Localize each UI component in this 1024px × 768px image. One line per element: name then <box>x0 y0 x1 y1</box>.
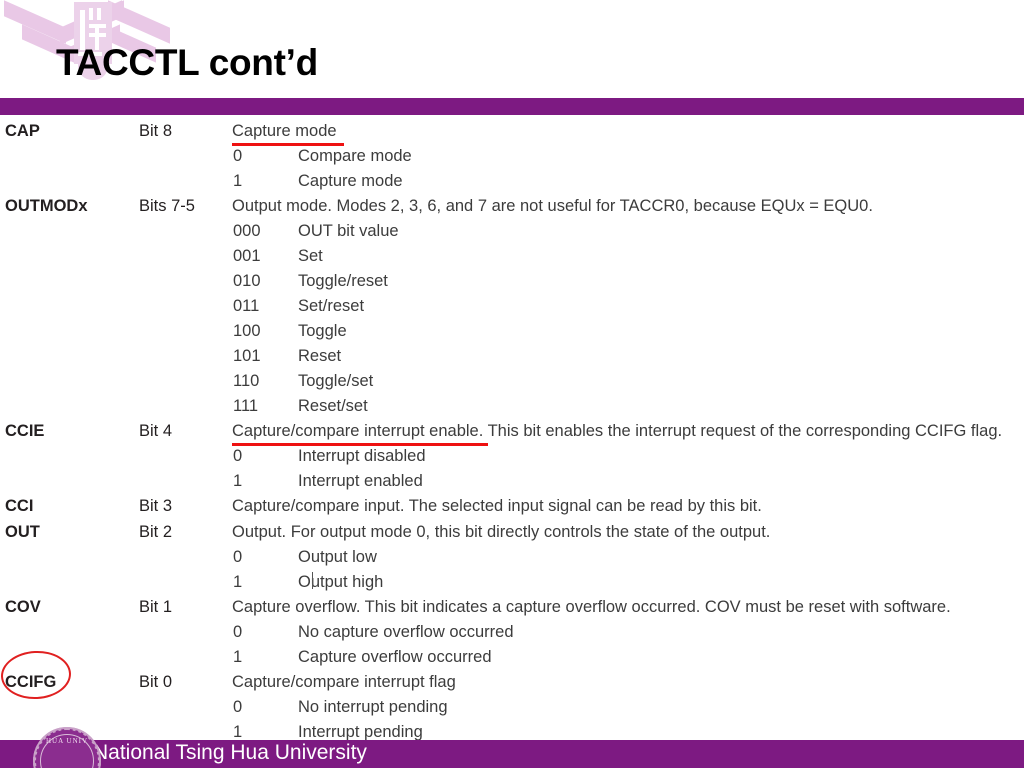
table-row: 1 Capture mode <box>0 172 1024 197</box>
slide-footer: National Tsing Hua University <box>0 740 1024 768</box>
field-description: Capture/compare input. The selected inpu… <box>232 497 762 515</box>
table-row: 1 Interrupt enabled <box>0 472 1024 497</box>
field-bits: Bit 4 <box>139 422 173 440</box>
field-bits: Bit 3 <box>139 497 173 515</box>
table-row: 011 Set/reset <box>0 297 1024 322</box>
value-meaning: Interrupt disabled <box>298 447 426 465</box>
table-row: 000 OUT bit value <box>0 222 1024 247</box>
field-bits: Bit 8 <box>139 122 173 140</box>
value-meaning: Set <box>298 247 323 265</box>
table-row: 110 Toggle/set <box>0 372 1024 397</box>
value-code: 010 <box>233 272 261 290</box>
field-name: CCIE <box>5 422 45 440</box>
value-meaning: Compare mode <box>298 147 412 165</box>
value-meaning: Output low <box>298 548 377 566</box>
field-description: Capture mode <box>232 122 337 140</box>
value-meaning: Set/reset <box>298 297 365 315</box>
value-code: 0 <box>233 447 243 465</box>
register-field-table: CAP Bit 8 Capture mode 0 Compare mode 1 … <box>0 115 1024 741</box>
table-row: COV Bit 1 Capture overflow. This bit ind… <box>0 598 1024 623</box>
field-name: CCI <box>5 497 34 515</box>
field-name: COV <box>5 598 41 616</box>
value-meaning: Toggle/reset <box>298 272 388 290</box>
field-bits: Bit 2 <box>139 523 173 541</box>
value-meaning: OUT bit value <box>298 222 399 240</box>
table-row: 0 Output low <box>0 548 1024 573</box>
table-row: CAP Bit 8 Capture mode <box>0 122 1024 147</box>
value-code: 101 <box>233 347 261 365</box>
value-code: 0 <box>233 548 243 566</box>
table-row: OUT Bit 2 Output. For output mode 0, thi… <box>0 523 1024 548</box>
page-title: TACCTL cont’d <box>56 42 318 83</box>
footer-organization: National Tsing Hua University <box>93 741 367 764</box>
table-row: 0 No capture overflow occurred <box>0 623 1024 648</box>
field-description: Output. For output mode 0, this bit dire… <box>232 523 771 541</box>
value-code: 000 <box>233 222 261 240</box>
table-row: CCIE Bit 4 Capture/compare interrupt ena… <box>0 422 1024 447</box>
field-description: Capture/compare interrupt flag <box>232 673 456 691</box>
field-name: CAP <box>5 122 40 140</box>
red-underline-annotation <box>232 443 488 446</box>
value-code: 110 <box>233 372 260 390</box>
value-meaning: Reset/set <box>298 397 368 415</box>
table-row: 0 Compare mode <box>0 147 1024 172</box>
field-bits: Bits 7-5 <box>139 197 195 215</box>
value-code: 1 <box>233 472 243 490</box>
field-name: OUT <box>5 523 40 541</box>
field-description: Capture/compare interrupt enable. This b… <box>232 422 1003 440</box>
value-code: 1 <box>233 573 243 591</box>
table-row: OUTMODx Bits 7-5 Output mode. Modes 2, 3… <box>0 197 1024 222</box>
value-meaning: Toggle/set <box>298 372 374 390</box>
table-row: 100 Toggle <box>0 322 1024 347</box>
value-code: 0 <box>233 698 243 716</box>
table-row: CCI Bit 3 Capture/compare input. The sel… <box>0 497 1024 522</box>
table-row: 010 Toggle/reset <box>0 272 1024 297</box>
table-row: 101 Reset <box>0 347 1024 372</box>
value-code: 0 <box>233 147 243 165</box>
value-code: 001 <box>233 247 261 265</box>
field-bits: Bit 1 <box>139 598 173 616</box>
value-meaning: Capture overflow occurred <box>298 648 492 666</box>
value-code: 1 <box>233 172 243 190</box>
value-meaning: Capture mode <box>298 172 403 190</box>
value-meaning: Interrupt enabled <box>298 472 423 490</box>
text-caret-artifact <box>312 572 313 589</box>
title-divider-bar <box>0 98 1024 115</box>
field-description: Output mode. Modes 2, 3, 6, and 7 are no… <box>232 197 873 215</box>
table-row: 1 Output high <box>0 573 1024 598</box>
field-description: Capture overflow. This bit indicates a c… <box>232 598 951 616</box>
table-row: 0 Interrupt disabled <box>0 447 1024 472</box>
field-name: OUTMODx <box>5 197 88 215</box>
value-code: 011 <box>233 297 260 315</box>
value-code: 111 <box>233 397 259 415</box>
value-meaning: Output high <box>298 573 384 591</box>
value-code: 0 <box>233 623 243 641</box>
table-row: 111 Reset/set <box>0 397 1024 422</box>
value-meaning: Reset <box>298 347 342 365</box>
value-meaning: No capture overflow occurred <box>298 623 514 641</box>
value-code: 1 <box>233 648 243 666</box>
university-seal-icon: HUA UNIV <box>31 727 105 768</box>
slide-header: TACCTL cont’d <box>0 0 1024 96</box>
table-row: 1 Capture overflow occurred <box>0 648 1024 673</box>
value-meaning: Toggle <box>298 322 347 340</box>
table-row: 001 Set <box>0 247 1024 272</box>
field-bits: Bit 0 <box>139 673 173 691</box>
table-row: CCIFG Bit 0 Capture/compare interrupt fl… <box>0 673 1024 698</box>
seal-label: HUA UNIV <box>45 737 89 745</box>
table-row: 0 No interrupt pending <box>0 698 1024 723</box>
value-code: 100 <box>233 322 261 340</box>
value-meaning: No interrupt pending <box>298 698 448 716</box>
red-underline-annotation <box>232 143 344 146</box>
